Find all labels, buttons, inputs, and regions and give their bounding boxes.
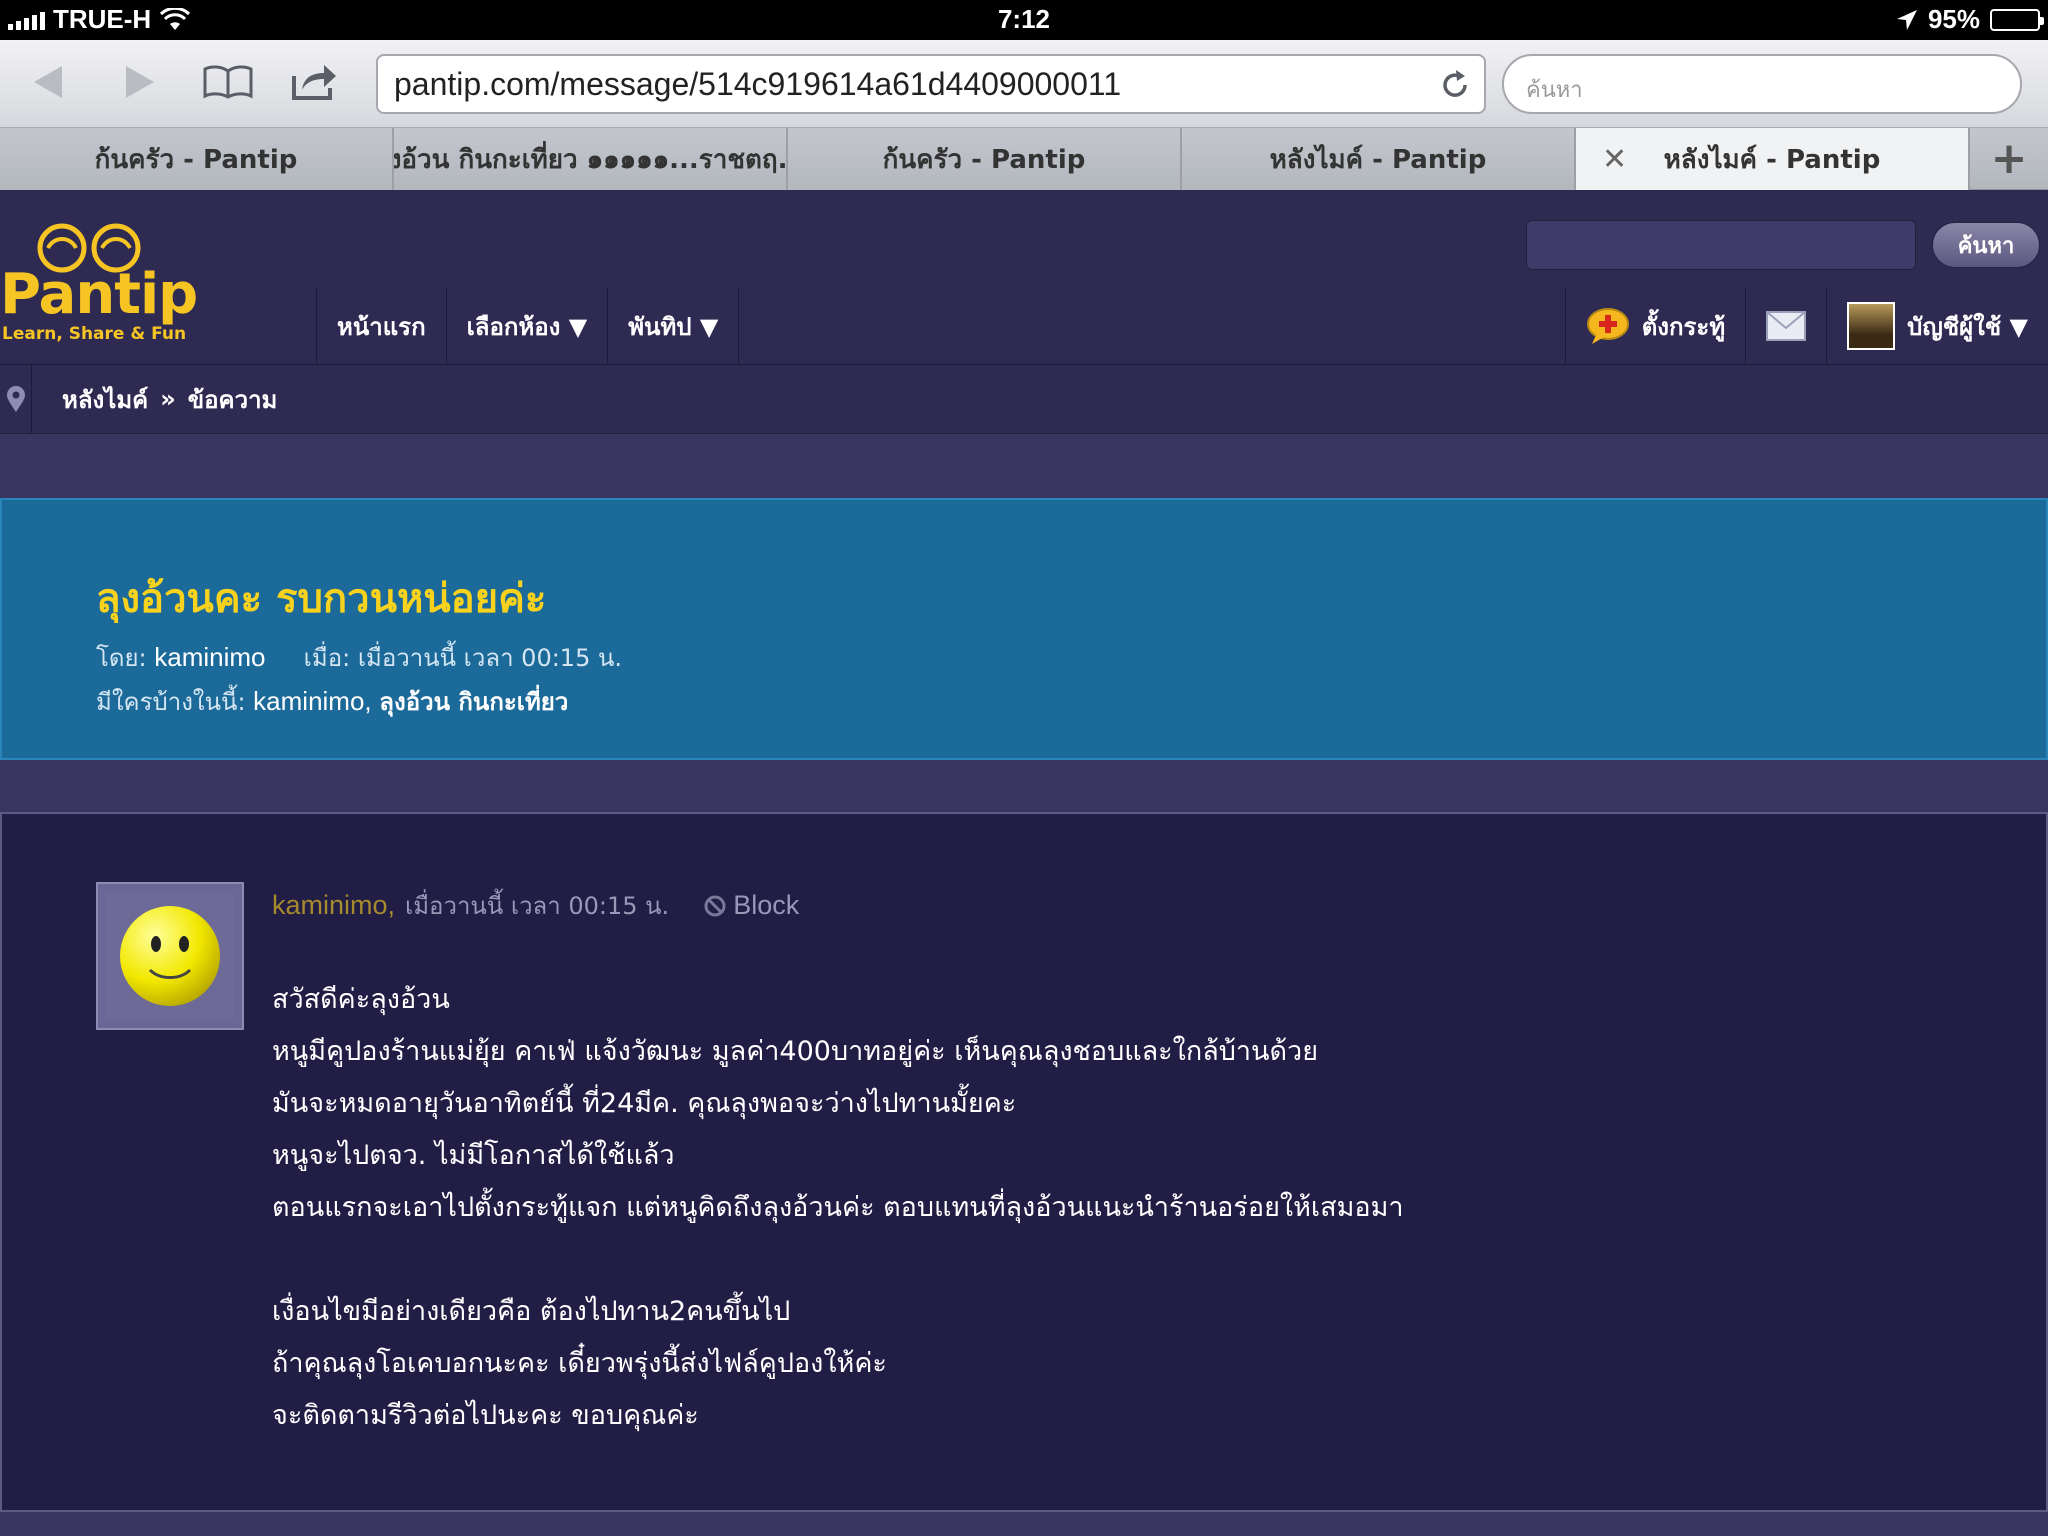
post-avatar-frame <box>106 892 234 1020</box>
account-label: บัญชีผู้ใช้ ▼ <box>1907 312 2028 341</box>
message-post: kaminimo, เมื่อวานนี้ เวลา 00:15 น. Bloc… <box>0 812 2048 1512</box>
pantip-logo[interactable]: Pantip Learn, Share & Fun <box>0 218 220 344</box>
logo-tagline: Learn, Share & Fun <box>2 324 187 344</box>
browser-toolbar: pantip.com/message/514c919614a61d4409000… <box>0 40 2048 128</box>
status-right: 95% <box>1896 4 2044 35</box>
address-bar[interactable]: pantip.com/message/514c919614a61d4409000… <box>376 54 1486 114</box>
message-meta: โดย: kaminimo เมื่อ: เมื่อวานนี้ เวลา 00… <box>96 638 622 677</box>
when-value: เมื่อวานนี้ เวลา 00:15 น. <box>357 644 622 672</box>
post-line: ตอนแรกจะเอาไปตั้งกระทู้แจก แต่หนูคิดถึงล… <box>272 1192 1404 1223</box>
new-topic-button[interactable]: ตั้งกระทู้ <box>1566 288 1747 364</box>
site-search-button[interactable]: ค้นหา <box>1932 222 2040 268</box>
main-nav: หน้าแรก เลือกห้อง ▼ พันทิป ▼ <box>316 288 740 364</box>
new-topic-bubble-icon <box>1586 308 1629 344</box>
share-icon[interactable] <box>288 56 340 108</box>
forward-arrow-icon[interactable] <box>120 56 160 108</box>
post-body: สวัสดีค่ะลุงอ้วน หนูมีคูปองร้านแม่ยุ้ย ค… <box>272 974 1972 1442</box>
tab-2[interactable]: ลุงอ้วน กินกะเที่ยว ๑๑๑๑๑...ราชตฤ... <box>394 128 788 190</box>
breadcrumb-separator: » <box>160 385 176 413</box>
block-icon <box>704 895 726 916</box>
battery-percent: 95% <box>1927 4 1980 34</box>
site-search-input[interactable] <box>1526 220 1916 270</box>
back-arrow-icon[interactable] <box>28 56 68 108</box>
breadcrumb: หลังไมค์ » ข้อความ <box>0 364 2048 434</box>
post-line: หนูจะไปตจว. ไม่มีโอกาสได้ใช้แล้ว <box>272 1140 675 1171</box>
battery-icon <box>1990 8 2044 31</box>
nav-pantip[interactable]: พันทิป ▼ <box>608 288 740 364</box>
tab-4[interactable]: หลังไมค์ - Pantip <box>1182 128 1576 190</box>
browser-search-placeholder: ค้นหา <box>1526 78 1583 103</box>
post-author-link[interactable]: kaminimo, <box>272 890 395 921</box>
block-button[interactable]: Block <box>703 890 799 921</box>
breadcrumb-message: ข้อความ <box>187 385 278 414</box>
site-header: Pantip Learn, Share & Fun ค้นหา หน้าแรก … <box>0 190 2048 364</box>
participants-label: มีใครบ้างในนี้: <box>96 688 246 716</box>
post-line <box>272 1234 1972 1286</box>
participant-link-1[interactable]: kaminimo, <box>253 686 371 716</box>
tab-label: หลังไมค์ - Pantip <box>1269 144 1487 175</box>
when-label: เมื่อ: <box>303 644 351 672</box>
location-arrow-icon <box>1896 9 1917 30</box>
post-line: สวัสดีค่ะลุงอ้วน <box>272 984 450 1015</box>
envelope-icon <box>1766 311 1807 341</box>
by-label: โดย: <box>96 644 147 672</box>
tab-1[interactable]: ก้นครัว - Pantip <box>0 128 394 190</box>
block-label: Block <box>733 890 800 920</box>
logo-wordmark: Pantip <box>0 262 198 327</box>
post-line: จะติดตามรีวิวต่อไปนะคะ ขอบคุณค่ะ <box>272 1400 699 1431</box>
plus-icon: + <box>1990 133 2028 184</box>
message-title: ลุงอ้วนคะ รบกวนหน่อยค่ะ <box>96 576 547 622</box>
participants: มีใครบ้างในนี้: kaminimo, ลุงอ้วน กินกะเ… <box>96 682 568 721</box>
tab-bar: ก้นครัว - Pantip ลุงอ้วน กินกะเที่ยว ๑๑๑… <box>0 128 2048 190</box>
status-bar: TRUE-H 7:12 95% <box>0 0 2048 40</box>
post-meta: kaminimo, เมื่อวานนี้ เวลา 00:15 น. Bloc… <box>272 886 799 925</box>
post-avatar[interactable] <box>96 882 244 1030</box>
map-pin-icon <box>0 364 32 434</box>
post-line: เงื่อนไขมีอย่างเดียวคือ ต้องไปทาน2คนขึ้น… <box>272 1296 791 1327</box>
browser-search-input[interactable]: ค้นหา <box>1502 54 2022 114</box>
user-avatar <box>1847 302 1896 350</box>
address-url: pantip.com/message/514c919614a61d4409000… <box>394 66 1122 102</box>
post-time: เมื่อวานนี้ เวลา 00:15 น. <box>405 892 670 920</box>
messages-button[interactable] <box>1746 288 1828 364</box>
bookmarks-book-icon[interactable] <box>200 56 256 108</box>
tab-3[interactable]: ก้นครัว - Pantip <box>788 128 1182 190</box>
post-line: ถ้าคุณลุงโอเคบอกนะคะ เดี๋ยวพรุ่งนี้ส่งไฟ… <box>272 1348 887 1379</box>
new-topic-label: ตั้งกระทู้ <box>1641 312 1726 341</box>
post-line: มันจะหมดอายุวันอาทิตย์นี้ ที่24มีค. คุณล… <box>272 1088 1017 1119</box>
smiley-face-icon <box>120 906 220 1006</box>
page-bottom <box>0 1512 2048 1536</box>
close-tab-icon[interactable]: ✕ <box>1602 142 1627 177</box>
account-menu[interactable]: บัญชีผู้ใช้ ▼ <box>1827 288 2048 364</box>
tab-5-active[interactable]: ✕ หลังไมค์ - Pantip <box>1576 128 1970 190</box>
tab-label: หลังไมค์ - Pantip <box>1663 144 1881 175</box>
post-line: หนูมีคูปองร้านแม่ยุ้ย คาเฟ่ แจ้งวัฒนะ มู… <box>272 1036 1319 1067</box>
breadcrumb-backmic[interactable]: หลังไมค์ <box>62 380 148 419</box>
reload-icon[interactable] <box>1438 68 1472 102</box>
tab-label: ก้นครัว - Pantip <box>94 144 298 175</box>
status-clock: 7:12 <box>997 4 1051 34</box>
new-tab-button[interactable]: + <box>1970 128 2048 189</box>
message-header: ลุงอ้วนคะ รบกวนหน่อยค่ะ โดย: kaminimo เม… <box>0 498 2048 760</box>
nav-choose-room[interactable]: เลือกห้อง ▼ <box>447 288 609 364</box>
user-nav: ตั้งกระทู้ บัญชีผู้ใช้ ▼ <box>1564 288 2048 364</box>
participant-link-2[interactable]: ลุงอ้วน กินกะเที่ยว <box>379 688 568 716</box>
nav-home[interactable]: หน้าแรก <box>317 288 447 364</box>
tab-label: ก้นครัว - Pantip <box>882 144 1086 175</box>
tab-label: ลุงอ้วน กินกะเที่ยว ๑๑๑๑๑...ราชตฤ... <box>394 144 788 175</box>
author-link[interactable]: kaminimo <box>154 642 265 672</box>
